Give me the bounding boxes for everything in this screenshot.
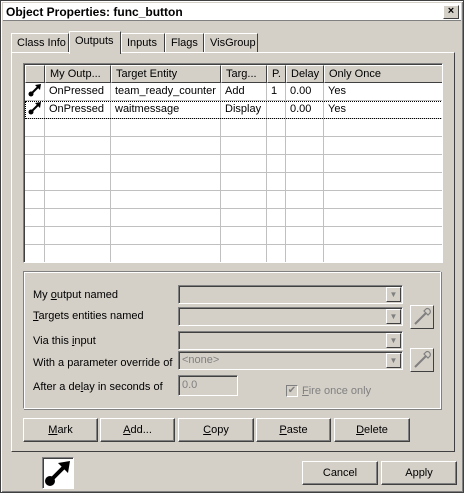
close-icon: ×: [447, 5, 455, 17]
cell-param: [267, 101, 286, 118]
chevron-down-icon[interactable]: ▼: [386, 309, 401, 324]
checkmark-icon[interactable]: ✔: [286, 385, 298, 398]
cell-input: Add: [221, 83, 267, 100]
parameter-override-combo[interactable]: <none> ▼: [178, 351, 403, 370]
column-header-delay[interactable]: Delay: [286, 65, 324, 83]
targets-named-combo[interactable]: ▼: [178, 307, 403, 326]
tab-bar: Class Info Outputs Inputs Flags VisGroup: [11, 31, 451, 54]
output-connection-icon: [25, 83, 45, 100]
column-header-my-output[interactable]: My Outp...: [45, 65, 111, 83]
column-header-target-entity[interactable]: Target Entity: [111, 65, 221, 83]
eyedropper-icon: [414, 307, 431, 325]
delay-input[interactable]: 0.0: [178, 375, 238, 396]
fire-once-label: Fire once only: [302, 385, 372, 397]
tab-label: VisGroup: [210, 37, 256, 49]
cell-only-once: Yes: [324, 101, 442, 118]
table-row[interactable]: OnPressed team_ready_counter Add 1 0.00 …: [25, 83, 442, 101]
cancel-button[interactable]: Cancel: [302, 461, 378, 485]
delay-label: After a delay in seconds of: [33, 381, 163, 393]
tab-label: Outputs: [75, 35, 114, 47]
pick-parameter-button[interactable]: [410, 348, 434, 372]
outputs-list-body: OnPressed team_ready_counter Add 1 0.00 …: [25, 83, 442, 262]
paste-button[interactable]: Paste: [256, 418, 331, 442]
pick-target-button[interactable]: [410, 305, 434, 329]
outputs-list[interactable]: My Outp... Target Entity Targ... P. Dela…: [23, 63, 443, 263]
via-input-label: Via this input: [33, 335, 96, 347]
output-named-label: My output named: [33, 289, 119, 301]
tab-label: Flags: [171, 37, 198, 49]
chevron-down-icon[interactable]: ▼: [386, 287, 401, 302]
column-header-parameter[interactable]: P.: [267, 65, 286, 83]
fire-once-checkbox[interactable]: ✔ Fire once only: [286, 385, 372, 398]
tab-label: Class Info: [17, 37, 66, 49]
parameter-override-label: With a parameter override of: [33, 357, 173, 369]
empty-row: [25, 245, 442, 262]
cell-delay: 0.00: [286, 101, 324, 118]
empty-row: [25, 137, 442, 155]
tab-outputs[interactable]: Outputs: [69, 31, 121, 54]
chevron-down-icon[interactable]: ▼: [386, 353, 401, 368]
object-properties-dialog: Object Properties: func_button × Class I…: [0, 0, 464, 493]
entity-connection-icon-box: [42, 457, 74, 489]
chevron-down-icon[interactable]: ▼: [386, 333, 401, 348]
output-named-combo[interactable]: ▼: [178, 285, 403, 304]
tab-visgroup[interactable]: VisGroup: [204, 33, 258, 53]
close-button[interactable]: ×: [443, 5, 459, 19]
via-input-combo[interactable]: ▼: [178, 331, 403, 350]
mark-button[interactable]: Mark: [23, 418, 98, 442]
cell-only-once: Yes: [324, 83, 442, 100]
outputs-list-header: My Outp... Target Entity Targ... P. Dela…: [25, 65, 442, 83]
apply-button[interactable]: Apply: [381, 461, 457, 485]
output-connection-icon: [25, 101, 45, 118]
table-row[interactable]: OnPressed waitmessage Display 0.00 Yes: [25, 101, 442, 119]
cell-output: OnPressed: [45, 101, 111, 118]
empty-row: [25, 173, 442, 191]
empty-row: [25, 227, 442, 245]
cell-output: OnPressed: [45, 83, 111, 100]
copy-button[interactable]: Copy: [178, 418, 254, 442]
parameter-override-value: <none>: [182, 354, 220, 366]
cell-input: Display: [221, 101, 267, 118]
empty-row: [25, 119, 442, 137]
column-header-only-once[interactable]: Only Once: [324, 65, 442, 83]
title-bar: Object Properties: func_button ×: [3, 3, 461, 21]
eyedropper-icon: [414, 350, 431, 368]
cell-target: waitmessage: [111, 101, 221, 118]
cell-param: 1: [267, 83, 286, 100]
empty-row: [25, 191, 442, 209]
tab-class-info[interactable]: Class Info: [11, 33, 69, 53]
add-button[interactable]: Add...: [100, 418, 175, 442]
cell-target: team_ready_counter: [111, 83, 221, 100]
targets-named-label: Targets entities named: [33, 310, 144, 322]
output-connection-icon: [45, 461, 70, 486]
column-header-icon[interactable]: [25, 65, 45, 83]
tab-inputs[interactable]: Inputs: [121, 33, 165, 53]
empty-row: [25, 155, 442, 173]
empty-row: [25, 209, 442, 227]
delete-button[interactable]: Delete: [334, 418, 410, 442]
window-title: Object Properties: func_button: [6, 5, 183, 19]
tab-flags[interactable]: Flags: [165, 33, 204, 53]
tab-label: Inputs: [127, 37, 157, 49]
cell-delay: 0.00: [286, 83, 324, 100]
column-header-target-input[interactable]: Targ...: [221, 65, 267, 83]
